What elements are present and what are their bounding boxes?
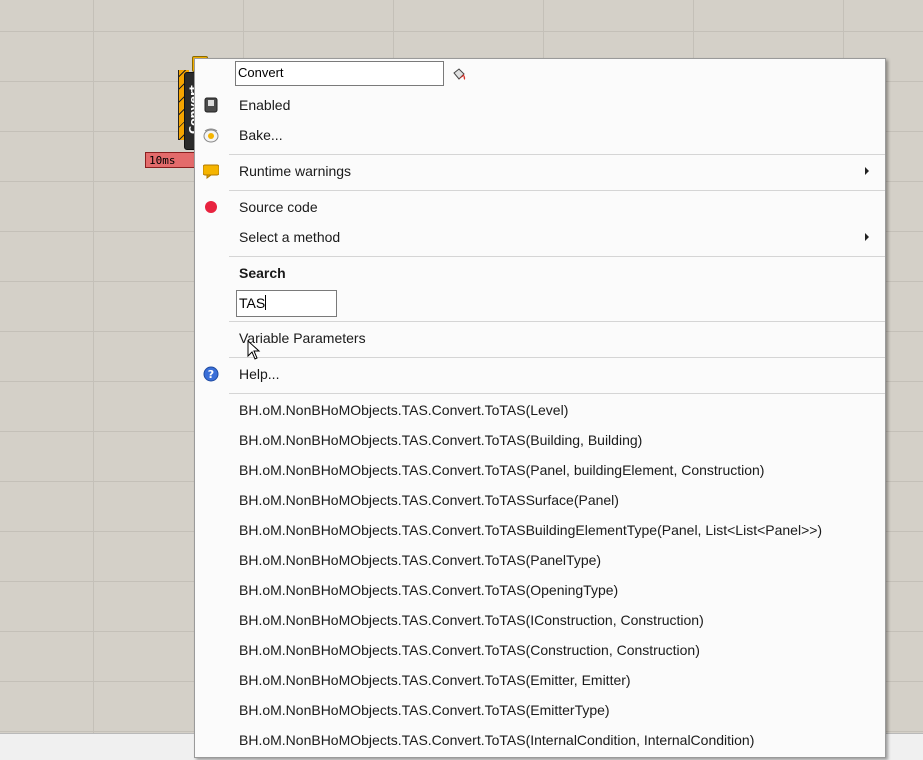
search-heading: Search	[227, 258, 877, 288]
method-label: BH.oM.NonBHoMObjects.TAS.Convert.ToTAS(O…	[239, 582, 619, 598]
method-item[interactable]: BH.oM.NonBHoMObjects.TAS.Convert.ToTAS(L…	[227, 395, 877, 425]
method-item[interactable]: BH.oM.NonBHoMObjects.TAS.Convert.ToTAS(B…	[227, 425, 877, 455]
menu-item-variable-parameters[interactable]: Variable Parameters	[227, 323, 877, 353]
menu-separator	[229, 190, 885, 191]
red-dot-icon	[205, 201, 217, 213]
context-menu: Convert Enabled Bake... Runtime warnings	[194, 58, 886, 758]
enabled-toggle-icon	[204, 97, 218, 113]
menu-separator	[229, 393, 885, 394]
method-item[interactable]: BH.oM.NonBHoMObjects.TAS.Convert.ToTAS(I…	[227, 725, 877, 755]
search-input[interactable]: TAS	[236, 290, 337, 317]
help-question-icon: ?	[203, 366, 219, 382]
menu-item-label: Source code	[239, 199, 318, 215]
method-item[interactable]: BH.oM.NonBHoMObjects.TAS.Convert.ToTASSu…	[227, 485, 877, 515]
method-label: BH.oM.NonBHoMObjects.TAS.Convert.ToTASBu…	[239, 522, 823, 538]
method-label: BH.oM.NonBHoMObjects.TAS.Convert.ToTAS(E…	[239, 702, 610, 718]
menu-separator	[229, 154, 885, 155]
menu-item-help[interactable]: ? Help...	[203, 359, 877, 389]
method-label: BH.oM.NonBHoMObjects.TAS.Convert.ToTAS(E…	[239, 672, 631, 688]
menu-separator	[229, 357, 885, 358]
method-item[interactable]: BH.oM.NonBHoMObjects.TAS.Convert.ToTAS(O…	[227, 575, 877, 605]
method-label: BH.oM.NonBHoMObjects.TAS.Convert.ToTAS(I…	[239, 732, 755, 748]
method-label: BH.oM.NonBHoMObjects.TAS.Convert.ToTAS(L…	[239, 402, 569, 418]
method-item[interactable]: BH.oM.NonBHoMObjects.TAS.Convert.ToTAS(P…	[227, 455, 877, 485]
method-label: BH.oM.NonBHoMObjects.TAS.Convert.ToTAS(I…	[239, 612, 704, 628]
method-item[interactable]: BH.oM.NonBHoMObjects.TAS.Convert.ToTAS(P…	[227, 545, 877, 575]
svg-text:?: ?	[208, 368, 214, 381]
mouse-pointer-icon	[247, 340, 261, 360]
method-item[interactable]: BH.oM.NonBHoMObjects.TAS.Convert.ToTAS(I…	[227, 605, 877, 635]
paint-bucket-icon[interactable]	[451, 67, 467, 83]
method-item[interactable]: BH.oM.NonBHoMObjects.TAS.Convert.ToTAS(E…	[227, 695, 877, 725]
method-label: BH.oM.NonBHoMObjects.TAS.Convert.ToTAS(C…	[239, 642, 700, 658]
menu-item-label: Bake...	[239, 127, 283, 143]
chevron-right-icon	[865, 233, 869, 241]
menu-separator	[229, 256, 885, 257]
chevron-right-icon	[865, 167, 869, 175]
text-caret	[265, 295, 267, 310]
component-timer-badge: 10ms	[145, 152, 197, 168]
method-item[interactable]: BH.oM.NonBHoMObjects.TAS.Convert.ToTAS(C…	[227, 635, 877, 665]
menu-separator	[229, 321, 885, 322]
method-item[interactable]: BH.oM.NonBHoMObjects.TAS.Convert.ToTAS(E…	[227, 665, 877, 695]
method-label: BH.oM.NonBHoMObjects.TAS.Convert.ToTAS(P…	[239, 462, 765, 478]
method-item[interactable]: BH.oM.NonBHoMObjects.TAS.Convert.ToTASBu…	[227, 515, 877, 545]
method-label: BH.oM.NonBHoMObjects.TAS.Convert.ToTAS(B…	[239, 432, 643, 448]
menu-item-runtime-warnings[interactable]: Runtime warnings	[203, 156, 877, 186]
menu-item-label: Select a method	[239, 229, 341, 245]
bake-egg-icon	[203, 128, 219, 143]
component-name-input[interactable]: Convert	[235, 61, 444, 86]
warning-balloon-icon	[203, 164, 219, 179]
search-heading-label: Search	[239, 265, 286, 281]
menu-item-select-method[interactable]: Select a method	[227, 222, 877, 252]
menu-item-enabled[interactable]: Enabled	[204, 90, 877, 120]
menu-item-bake[interactable]: Bake...	[203, 120, 877, 150]
menu-item-label: Help...	[239, 366, 280, 382]
method-label: BH.oM.NonBHoMObjects.TAS.Convert.ToTAS(P…	[239, 552, 602, 568]
menu-item-label: Runtime warnings	[239, 163, 352, 179]
search-input-value: TAS	[239, 295, 266, 311]
menu-item-label: Enabled	[239, 97, 291, 113]
menu-item-source-code[interactable]: Source code	[205, 192, 877, 222]
method-label: BH.oM.NonBHoMObjects.TAS.Convert.ToTASSu…	[239, 492, 619, 508]
